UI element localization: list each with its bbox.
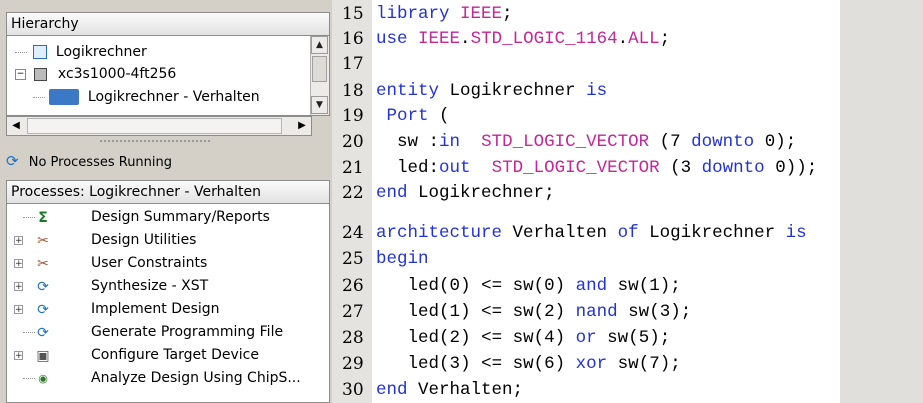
- line-number: 30: [342, 380, 364, 400]
- tree-item-label: xc3s1000-4ft256: [57, 66, 177, 82]
- line-number: 21: [342, 158, 364, 178]
- chipscope-icon: ◉: [38, 372, 48, 385]
- refresh-icon: ⟳: [37, 325, 49, 341]
- process-implement-design[interactable]: + ⟳ Implement Design: [7, 298, 329, 321]
- refresh-icon: ⟳: [37, 279, 49, 295]
- line-number: 19: [342, 106, 364, 126]
- scroll-down-icon[interactable]: ▼: [311, 96, 328, 114]
- line-number: 26: [342, 276, 364, 296]
- process-label: Generate Programming File: [91, 324, 284, 340]
- hierarchy-title: Hierarchy: [6, 12, 330, 36]
- code-line[interactable]: entity Logikrechner is: [376, 79, 607, 104]
- scroll-up-icon[interactable]: ▲: [311, 36, 328, 54]
- code-line[interactable]: library IEEE;: [376, 2, 513, 27]
- code-line[interactable]: Port (: [376, 104, 450, 129]
- line-number: 29: [342, 354, 364, 374]
- scroll-left-icon[interactable]: ◀: [7, 117, 25, 135]
- process-status: ⟳ No Processes Running: [6, 150, 330, 174]
- code-line[interactable]: architecture Verhalten of Logikrechner i…: [376, 221, 807, 246]
- left-panels: Hierarchy Logikrechner − xc3s1000-4ft256…: [0, 0, 332, 403]
- processes-title: Processes: Logikrechner - Verhalten: [6, 180, 330, 204]
- status-text: No Processes Running: [28, 155, 173, 170]
- code-line[interactable]: led(3) <= sw(6) xor sw(7);: [376, 352, 681, 377]
- editor-right-margin: [840, 0, 923, 403]
- tree-item-device[interactable]: − xc3s1000-4ft256: [15, 63, 305, 85]
- code-line[interactable]: led(2) <= sw(4) or sw(5);: [376, 326, 671, 351]
- process-label: Implement Design: [91, 301, 220, 317]
- process-label: User Constraints: [91, 255, 208, 271]
- tree-item-logikrechner[interactable]: Logikrechner: [15, 41, 305, 63]
- tree-item-label: Logikrechner: [55, 44, 147, 60]
- process-label: Design Summary/Reports: [91, 209, 270, 225]
- hierarchy-horizontal-scrollbar[interactable]: ◀ ▶: [6, 116, 312, 136]
- code-line[interactable]: led(1) <= sw(2) nand sw(3);: [376, 300, 692, 325]
- line-number: 17: [342, 54, 364, 74]
- vhdl-file-icon: [33, 45, 48, 59]
- code-line[interactable]: end Verhalten;: [376, 378, 523, 403]
- process-analyze-chipscope[interactable]: ◉ Analyze Design Using ChipS...: [7, 367, 329, 390]
- architecture-icon: [49, 89, 80, 105]
- refresh-icon: ⟳: [6, 152, 19, 170]
- process-label: Synthesize - XST: [91, 278, 209, 294]
- sigma-icon: Σ: [38, 210, 48, 226]
- line-number: 16: [342, 29, 364, 49]
- line-number: 28: [342, 328, 364, 348]
- hierarchy-vertical-scrollbar[interactable]: ▲ ▼: [310, 36, 329, 115]
- code-line[interactable]: led:out STD_LOGIC_VECTOR (3 downto 0));: [376, 156, 818, 181]
- processes-title-label: Processes: Logikrechner - Verhalten: [11, 184, 261, 200]
- process-design-summary[interactable]: Σ Design Summary/Reports: [7, 206, 329, 229]
- process-user-constraints[interactable]: + ✂ User Constraints: [7, 252, 329, 275]
- tree-item-verhalten[interactable]: Logikrechner - Verhalten: [33, 86, 323, 108]
- refresh-icon: ⟳: [37, 302, 49, 318]
- chip-icon: [34, 67, 48, 81]
- code-line[interactable]: use IEEE.STD_LOGIC_1164.ALL;: [376, 27, 670, 52]
- line-number: 27: [342, 302, 364, 322]
- code-line[interactable]: sw :in STD_LOGIC_VECTOR (7 downto 0);: [376, 130, 797, 155]
- scroll-right-icon[interactable]: ▶: [293, 117, 311, 135]
- code-line[interactable]: end Logikrechner;: [376, 181, 555, 206]
- hierarchy-title-label: Hierarchy: [11, 16, 79, 32]
- scroll-thumb[interactable]: [27, 118, 282, 134]
- line-number: 18: [342, 81, 364, 101]
- hierarchy-tree[interactable]: Logikrechner − xc3s1000-4ft256 Logikrech…: [6, 36, 330, 116]
- process-label: Configure Target Device: [91, 347, 259, 363]
- expand-icon[interactable]: +: [14, 351, 23, 361]
- processes-list[interactable]: Σ Design Summary/Reports + ✂ Design Util…: [6, 204, 330, 403]
- line-number: 22: [342, 183, 364, 203]
- expand-icon[interactable]: +: [14, 305, 23, 315]
- line-number: 20: [342, 132, 364, 152]
- process-label: Analyze Design Using ChipS...: [91, 370, 301, 386]
- line-number: 25: [342, 249, 364, 269]
- splitter-grip[interactable]: [100, 140, 210, 146]
- expand-icon[interactable]: +: [14, 236, 23, 246]
- line-number: 15: [342, 4, 364, 24]
- line-number: 24: [342, 223, 364, 243]
- scroll-thumb[interactable]: [312, 56, 327, 82]
- expand-icon[interactable]: +: [14, 259, 23, 269]
- process-synthesize[interactable]: + ⟳ Synthesize - XST: [7, 275, 329, 298]
- process-label: Design Utilities: [91, 232, 197, 248]
- process-configure-target-device[interactable]: + ▣ Configure Target Device: [7, 344, 329, 367]
- collapse-icon: −: [15, 68, 26, 80]
- process-generate-programming-file[interactable]: ⟳ Generate Programming File: [7, 321, 329, 344]
- process-design-utilities[interactable]: + ✂ Design Utilities: [7, 229, 329, 252]
- expand-icon[interactable]: +: [14, 282, 23, 292]
- tree-item-label: Logikrechner - Verhalten: [87, 89, 260, 105]
- code-line[interactable]: led(0) <= sw(0) and sw(1);: [376, 274, 681, 299]
- tools-icon: ✂: [37, 233, 49, 249]
- tools-icon: ✂: [37, 256, 49, 272]
- code-line[interactable]: begin: [376, 247, 429, 272]
- device-icon: ▣: [36, 348, 50, 364]
